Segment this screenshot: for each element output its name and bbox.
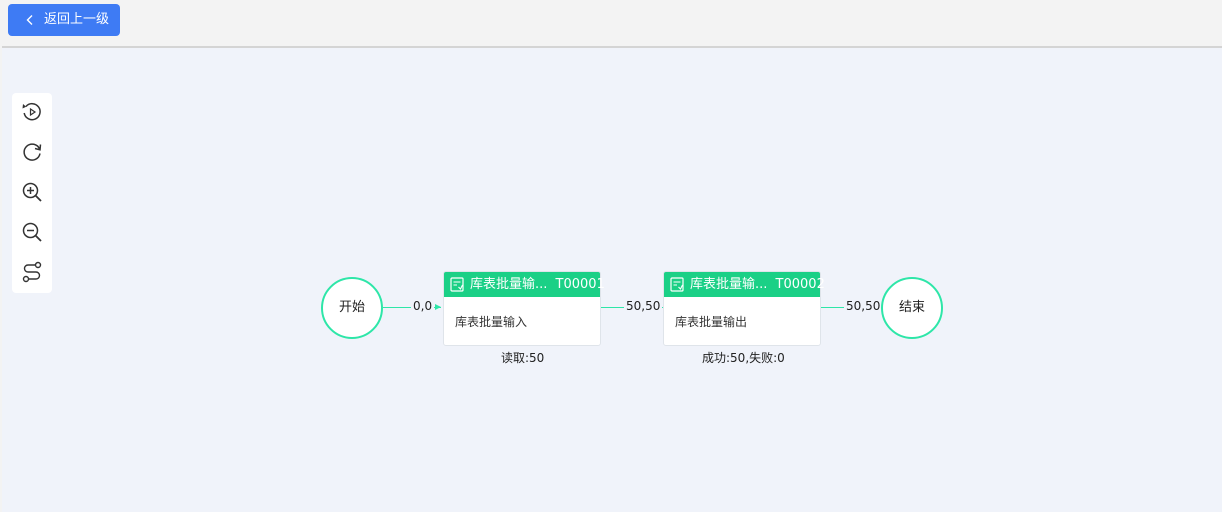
- task-node-title: 库表批量输...: [690, 277, 768, 292]
- table-task-icon: [670, 277, 684, 292]
- edge-label: 50,50: [624, 299, 663, 313]
- top-bar: 返回上一级: [0, 0, 1222, 46]
- edge-label: 50,50: [844, 299, 883, 313]
- task-node-output[interactable]: 库表批量输... T00002 库表批量输出: [663, 271, 825, 346]
- task-node-code: T00002: [775, 277, 825, 292]
- zoom-in-icon[interactable]: [20, 180, 44, 204]
- end-node[interactable]: 结束: [881, 277, 943, 339]
- task-node-description: 库表批量输入: [455, 315, 528, 329]
- task-node-description: 库表批量输出: [675, 315, 748, 329]
- back-button-label: 返回上一级: [44, 12, 110, 27]
- edge-arrow: [435, 304, 441, 310]
- refresh-icon[interactable]: [20, 140, 44, 164]
- chevron-left-icon: [26, 15, 33, 25]
- task-node-stats: 读取:50: [501, 351, 545, 365]
- flow-layout-icon[interactable]: [20, 260, 44, 284]
- edge-label: 0,0: [411, 299, 435, 313]
- start-node[interactable]: 开始: [321, 277, 383, 339]
- end-node-label: 结束: [898, 300, 925, 315]
- back-button[interactable]: 返回上一级: [8, 4, 120, 36]
- table-task-icon: [450, 277, 464, 292]
- replay-icon[interactable]: [20, 100, 44, 124]
- task-node-title: 库表批量输...: [470, 277, 548, 292]
- zoom-out-icon[interactable]: [20, 220, 44, 244]
- task-node-input[interactable]: 库表批量输... T00001 库表批量输入: [443, 271, 605, 346]
- task-node-header: 库表批量输... T00002: [664, 272, 825, 297]
- canvas-toolbar: [12, 93, 52, 293]
- task-node-header: 库表批量输... T00001: [444, 272, 605, 297]
- task-node-code: T00001: [555, 277, 605, 292]
- task-node-stats: 成功:50,失败:0: [702, 351, 785, 365]
- start-node-label: 开始: [338, 300, 365, 315]
- flow-canvas[interactable]: [2, 46, 1222, 512]
